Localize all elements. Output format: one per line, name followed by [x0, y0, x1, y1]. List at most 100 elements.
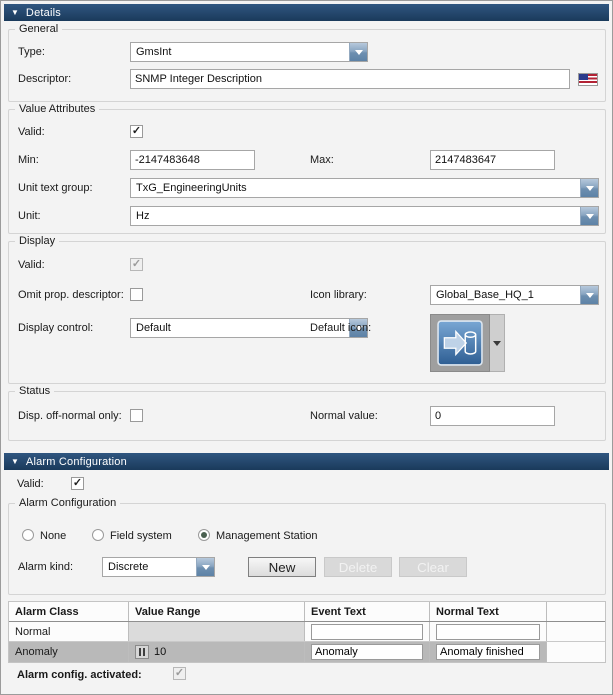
- omit-descriptor-label: Omit prop. descriptor:: [18, 289, 124, 301]
- collapse-icon[interactable]: ▼: [11, 9, 19, 17]
- normal-text-input[interactable]: [436, 624, 540, 640]
- unit-dropdown[interactable]: Hz: [130, 206, 599, 226]
- type-dropdown[interactable]: GmsInt: [130, 42, 368, 62]
- min-label: Min:: [18, 154, 39, 166]
- alarm-class-cell[interactable]: Anomaly: [9, 642, 129, 662]
- group-status-title: Status: [15, 385, 54, 397]
- alarm-kind-label: Alarm kind:: [18, 561, 73, 573]
- group-value-attributes-title: Value Attributes: [15, 103, 99, 115]
- normal-value-input[interactable]: [430, 406, 555, 426]
- checkmark-icon: ✓: [132, 259, 141, 270]
- alarm-config-activated-label: Alarm config. activated:: [17, 669, 142, 681]
- alarm-valid-checkbox[interactable]: ✓: [71, 477, 84, 490]
- column-header-event-text: Event Text: [305, 602, 430, 621]
- group-status: Status Disp. off-normal only: Normal val…: [8, 391, 606, 441]
- spacer-cell: [547, 642, 605, 662]
- delete-button: Delete: [324, 557, 392, 577]
- default-icon-label: Default icon:: [310, 322, 371, 334]
- alarm-kind-value: Discrete: [103, 558, 196, 576]
- radio-management-station-label[interactable]: Management Station: [216, 530, 318, 542]
- details-section-title: Details: [26, 7, 61, 19]
- unit-label: Unit:: [18, 210, 41, 222]
- radio-field-system-label[interactable]: Field system: [110, 530, 172, 542]
- chevron-down-icon[interactable]: [349, 43, 367, 61]
- radio-management-station[interactable]: [198, 529, 210, 541]
- chevron-down-icon[interactable]: [580, 286, 598, 304]
- type-label: Type:: [18, 46, 45, 58]
- checkmark-icon: ✓: [132, 126, 141, 137]
- us-flag-icon[interactable]: [578, 73, 598, 86]
- unit-value: Hz: [131, 207, 580, 225]
- value-range-cell[interactable]: 10: [129, 642, 305, 662]
- alarm-section-title: Alarm Configuration: [26, 456, 127, 468]
- range-operator-icon[interactable]: [135, 645, 149, 659]
- unit-text-group-dropdown[interactable]: TxG_EngineeringUnits: [130, 178, 599, 198]
- chevron-down-icon[interactable]: [580, 179, 598, 197]
- icon-library-value: Global_Base_HQ_1: [431, 286, 580, 304]
- column-header-alarm-class: Alarm Class: [9, 602, 129, 621]
- normal-text-input[interactable]: [436, 644, 540, 660]
- disp-off-normal-label: Disp. off-normal only:: [18, 410, 122, 422]
- event-text-cell: [305, 642, 430, 662]
- checkmark-icon: ✓: [73, 478, 82, 489]
- display-valid-checkbox: ✓: [130, 258, 143, 271]
- spacer-cell: [547, 622, 605, 641]
- valid-label: Valid:: [18, 126, 45, 138]
- radio-field-system[interactable]: [92, 529, 104, 541]
- event-text-input[interactable]: [311, 624, 423, 640]
- group-general-title: General: [15, 23, 62, 35]
- group-general: General Type: GmsInt Descriptor:: [8, 29, 606, 102]
- alarm-kind-dropdown[interactable]: Discrete: [102, 557, 215, 577]
- new-button[interactable]: New: [248, 557, 316, 577]
- alarm-config-activated-checkbox: ✓: [173, 667, 186, 680]
- column-header-value-range: Value Range: [129, 602, 305, 621]
- omit-descriptor-checkbox[interactable]: [130, 288, 143, 301]
- normal-text-cell: [430, 622, 547, 641]
- group-alarm-configuration-title: Alarm Configuration: [15, 497, 120, 509]
- default-icon-frame: [430, 314, 490, 372]
- descriptor-input[interactable]: [130, 69, 570, 89]
- max-input[interactable]: [430, 150, 555, 170]
- value-range-cell: [129, 622, 305, 641]
- clear-button: Clear: [399, 557, 467, 577]
- alarm-class-cell[interactable]: Normal: [9, 622, 129, 641]
- alarm-valid-label: Valid:: [17, 478, 44, 490]
- column-header-spacer: [547, 602, 605, 621]
- arrow-into-database-icon: [437, 320, 483, 366]
- max-label: Max:: [310, 154, 334, 166]
- event-text-input[interactable]: [311, 644, 423, 660]
- icon-library-dropdown[interactable]: Global_Base_HQ_1: [430, 285, 599, 305]
- normal-value-label: Normal value:: [310, 410, 378, 422]
- radio-none[interactable]: [22, 529, 34, 541]
- valid-checkbox[interactable]: ✓: [130, 125, 143, 138]
- group-value-attributes: Value Attributes Valid: ✓ Min: Max: Unit…: [8, 109, 606, 234]
- alarm-section-header[interactable]: ▼ Alarm Configuration: [4, 453, 609, 470]
- radio-none-label[interactable]: None: [40, 530, 66, 542]
- group-alarm-configuration: Alarm Configuration None Field system Ma…: [8, 503, 606, 595]
- checkmark-icon: ✓: [175, 668, 184, 679]
- unit-text-group-label: Unit text group:: [18, 182, 93, 194]
- normal-text-cell: [430, 642, 547, 662]
- collapse-icon[interactable]: ▼: [11, 458, 19, 466]
- min-input[interactable]: [130, 150, 255, 170]
- value-range-value: 10: [154, 646, 166, 658]
- chevron-down-icon[interactable]: [196, 558, 214, 576]
- event-text-cell: [305, 622, 430, 641]
- group-display: Display Valid: ✓ Omit prop. descriptor: …: [8, 241, 606, 384]
- alarm-class-table: Alarm Class Value Range Event Text Norma…: [8, 601, 606, 663]
- disp-off-normal-checkbox[interactable]: [130, 409, 143, 422]
- column-header-normal-text: Normal Text: [430, 602, 547, 621]
- descriptor-label: Descriptor:: [18, 73, 71, 85]
- table-row-normal[interactable]: Normal: [9, 622, 605, 642]
- details-section-header[interactable]: ▼ Details: [4, 4, 609, 21]
- type-dropdown-value: GmsInt: [131, 43, 349, 61]
- chevron-down-icon[interactable]: [580, 207, 598, 225]
- table-row-anomaly[interactable]: Anomaly 10: [9, 642, 605, 662]
- chevron-down-icon[interactable]: [490, 314, 505, 372]
- default-icon-picker[interactable]: [430, 314, 505, 372]
- group-display-title: Display: [15, 235, 59, 247]
- unit-text-group-value: TxG_EngineeringUnits: [131, 179, 580, 197]
- icon-library-label: Icon library:: [310, 289, 367, 301]
- display-valid-label: Valid:: [18, 259, 45, 271]
- property-details-pane: ▼ Details General Type: GmsInt Descripto…: [0, 0, 613, 695]
